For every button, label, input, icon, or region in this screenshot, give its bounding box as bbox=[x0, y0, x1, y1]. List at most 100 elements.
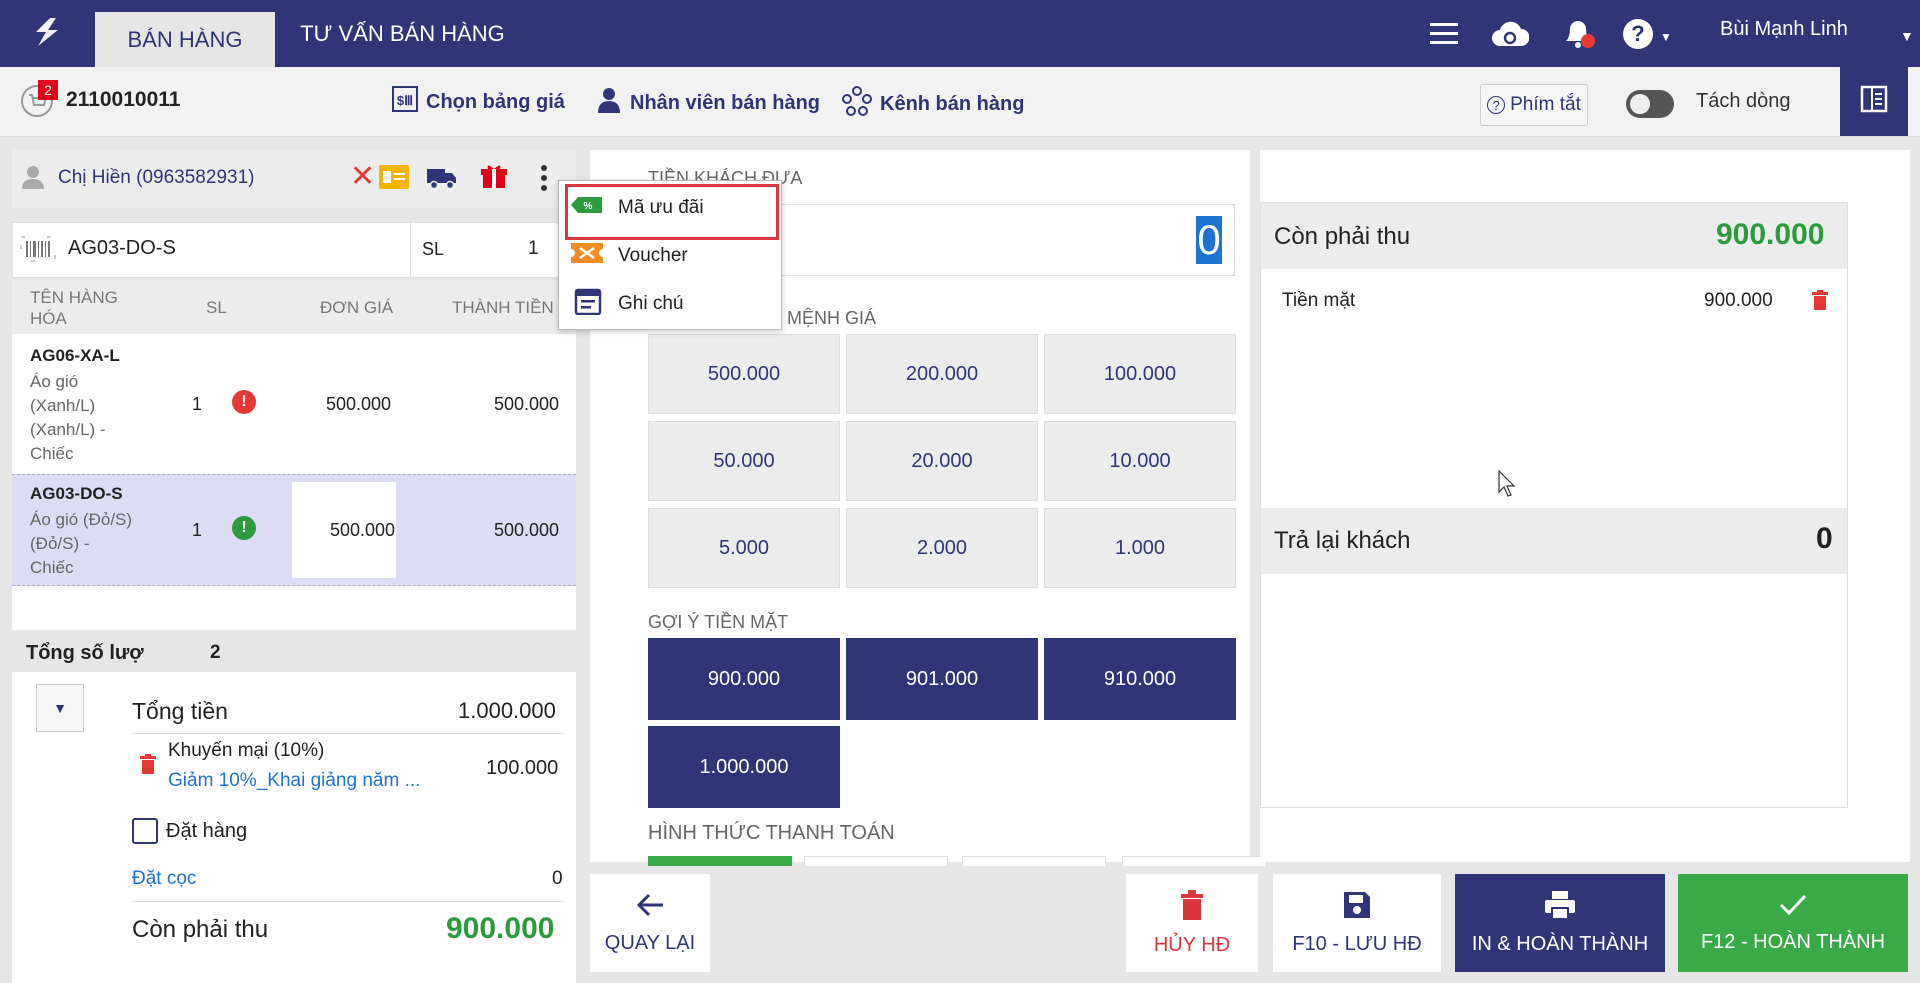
user-name[interactable]: Bùi Mạnh Linh bbox=[1720, 18, 1848, 41]
cash-suggestion-button[interactable]: 901.000 bbox=[846, 638, 1038, 720]
remaining-label: Còn phải thu bbox=[132, 916, 269, 943]
back-button[interactable]: QUAY LẠI bbox=[590, 874, 710, 972]
finish-button[interactable]: F12 - HOÀN THÀNH bbox=[1678, 874, 1908, 972]
price-list-button[interactable]: $Ⅲ Chọn bảng giá bbox=[392, 86, 565, 118]
channel-network-icon bbox=[842, 86, 872, 122]
row2-desc-line1: Áo gió (Đỏ/S) bbox=[30, 510, 133, 529]
row1-qty[interactable]: 1 bbox=[192, 394, 202, 415]
denomination-button[interactable]: 10.000 bbox=[1044, 421, 1236, 501]
denomination-button[interactable]: 500.000 bbox=[648, 334, 840, 414]
cash-suggestion-button[interactable]: 910.000 bbox=[1044, 638, 1236, 720]
user-caret-icon[interactable]: ▼ bbox=[1900, 28, 1914, 44]
save-label: F10 - LƯU HĐ bbox=[1292, 932, 1422, 955]
customer-name[interactable]: Chị Hiền (0963582931) bbox=[58, 167, 254, 189]
qty-label: SL bbox=[422, 239, 445, 259]
promo-value: 100.000 bbox=[486, 757, 559, 779]
row1-product-code[interactable]: AG06-XA-L bbox=[30, 346, 120, 366]
finish-label: F12 - HOÀN THÀNH bbox=[1700, 930, 1886, 953]
payment-method-label: HÌNH THỨC THANH TOÁN bbox=[648, 822, 895, 844]
menu-item-voucher[interactable]: Voucher bbox=[567, 236, 688, 276]
cloud-sync-icon[interactable] bbox=[1490, 14, 1530, 54]
row1-desc-line4: Chiếc bbox=[30, 444, 74, 463]
menu-item-note[interactable]: Ghi chú bbox=[570, 284, 683, 324]
row1-total: 500.000 bbox=[494, 394, 560, 414]
row1-desc-line2: (Xanh/L) bbox=[30, 396, 96, 415]
save-invoice-button[interactable]: F10 - LƯU HĐ bbox=[1273, 874, 1441, 972]
payment-method-tab[interactable] bbox=[648, 856, 792, 866]
menu-item-label: Ghi chú bbox=[618, 293, 684, 314]
app-logo[interactable] bbox=[24, 12, 72, 56]
document-view-button[interactable] bbox=[1840, 67, 1908, 136]
payment-method-tab[interactable] bbox=[962, 856, 1106, 866]
cancel-label: HỦY HĐ bbox=[1153, 933, 1231, 956]
voucher-icon bbox=[567, 241, 607, 271]
row1-price[interactable]: 500.000 bbox=[326, 394, 391, 415]
summary-divider bbox=[132, 733, 564, 734]
svg-text:$Ⅲ: $Ⅲ bbox=[397, 93, 413, 108]
print-label: IN & HOÀN THÀNH bbox=[1471, 932, 1649, 955]
remove-customer-icon[interactable]: ✕ bbox=[350, 162, 375, 192]
payment-method-tab[interactable] bbox=[1122, 856, 1266, 866]
row1-desc-line3: (Xanh/L) - bbox=[30, 420, 106, 439]
trash-icon bbox=[1180, 889, 1204, 926]
tab-ban-hang[interactable]: BÁN HÀNG bbox=[95, 12, 275, 67]
highlight-frame bbox=[565, 184, 779, 240]
more-options-icon[interactable] bbox=[540, 164, 548, 197]
print-and-finish-button[interactable]: IN & HOÀN THÀNH bbox=[1455, 874, 1665, 972]
denomination-button[interactable]: 1.000 bbox=[1044, 508, 1236, 588]
product-search-input[interactable]: AG03-DO-S bbox=[68, 237, 176, 260]
barcode-icon[interactable] bbox=[20, 236, 56, 267]
row2-price[interactable]: 500.000 bbox=[330, 520, 395, 541]
caret-down-icon: ▼ bbox=[53, 700, 67, 716]
col-header-total: THÀNH TIỀN bbox=[452, 298, 554, 317]
warning-status-icon[interactable]: ! bbox=[232, 390, 256, 414]
sales-staff-button[interactable]: Nhân viên bán hàng bbox=[596, 86, 820, 120]
deposit-link[interactable]: Đặt cọc bbox=[132, 868, 196, 890]
payment-method-tab[interactable] bbox=[804, 856, 948, 866]
row2-qty[interactable]: 1 bbox=[192, 520, 202, 541]
cash-suggestion-button[interactable]: 900.000 bbox=[648, 638, 840, 720]
shortcut-button[interactable]: ? Phím tắt bbox=[1480, 84, 1588, 126]
delete-payment-icon[interactable] bbox=[1812, 290, 1828, 315]
sales-channel-button[interactable]: Kênh bán hàng bbox=[842, 86, 1024, 122]
help-caret-icon[interactable]: ▼ bbox=[1660, 30, 1672, 44]
hamburger-menu-icon[interactable] bbox=[1424, 14, 1464, 54]
col-header-name: TÊN HÀNG HÓA bbox=[30, 288, 118, 328]
change-value: 0 bbox=[1816, 522, 1833, 555]
denomination-button[interactable]: 20.000 bbox=[846, 421, 1038, 501]
tab-tu-van-ban-hang[interactable]: TƯ VẤN BÁN HÀNG bbox=[280, 0, 525, 67]
right-remaining-value: 900.000 bbox=[1716, 218, 1825, 251]
denomination-button[interactable]: 200.000 bbox=[846, 334, 1038, 414]
promo-link[interactable]: Giảm 10%_Khai giảng năm ... bbox=[168, 770, 420, 792]
change-label: Trả lại khách bbox=[1274, 527, 1411, 554]
row2-desc-line3: Chiếc bbox=[30, 558, 74, 577]
ok-status-icon[interactable]: ! bbox=[232, 516, 256, 540]
cash-suggestion-button[interactable]: 1.000.000 bbox=[648, 726, 840, 808]
printer-icon bbox=[1544, 890, 1576, 925]
qty-input[interactable]: 1 bbox=[528, 238, 539, 260]
cash-payment-value: 900.000 bbox=[1704, 290, 1773, 311]
row2-product-code[interactable]: AG03-DO-S bbox=[30, 484, 123, 504]
denomination-button[interactable]: 2.000 bbox=[846, 508, 1038, 588]
svg-text:?: ? bbox=[1631, 21, 1644, 46]
denomination-button[interactable]: 5.000 bbox=[648, 508, 840, 588]
order-checkbox[interactable] bbox=[132, 818, 158, 844]
promo-label: Khuyến mại (10%) bbox=[168, 740, 325, 761]
cancel-invoice-button[interactable]: HỦY HĐ bbox=[1126, 874, 1258, 972]
split-line-toggle[interactable] bbox=[1626, 90, 1674, 118]
denomination-button[interactable]: 50.000 bbox=[648, 421, 840, 501]
delete-promo-icon[interactable] bbox=[140, 754, 156, 779]
save-disk-icon bbox=[1343, 891, 1371, 925]
gift-icon[interactable] bbox=[480, 162, 508, 195]
price-list-label: Chọn bảng giá bbox=[426, 90, 565, 113]
denomination-button[interactable]: 100.000 bbox=[1044, 334, 1236, 414]
help-icon[interactable]: ? bbox=[1618, 14, 1658, 54]
delivery-truck-icon[interactable] bbox=[426, 164, 458, 195]
cash-given-value[interactable]: 0 bbox=[1196, 216, 1222, 264]
document-icon bbox=[1860, 85, 1888, 118]
collapse-button[interactable]: ▼ bbox=[36, 684, 84, 732]
check-icon bbox=[1778, 893, 1808, 923]
customer-card-icon[interactable] bbox=[379, 165, 409, 189]
bell-notification-icon[interactable] bbox=[1558, 14, 1598, 54]
sales-channel-label: Kênh bán hàng bbox=[880, 92, 1025, 115]
